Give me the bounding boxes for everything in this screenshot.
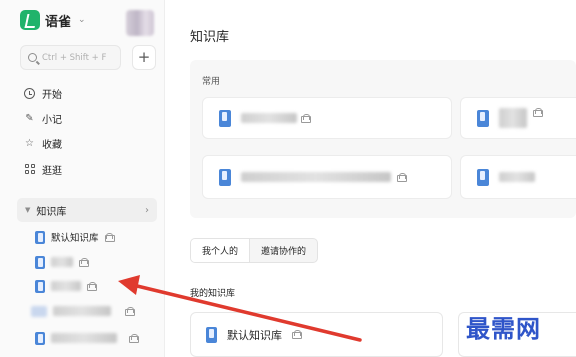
- book-icon: [219, 168, 231, 186]
- grid-icon: [24, 163, 35, 175]
- book-icon: [219, 109, 231, 127]
- tab-collaborating[interactable]: 邀请协作的: [250, 239, 317, 262]
- book-icon: [35, 255, 45, 269]
- section-label: 知识库: [36, 206, 67, 218]
- lock-icon: [87, 281, 97, 291]
- lock-icon: [125, 306, 135, 316]
- book-icon: [206, 326, 217, 343]
- sidebar-kb-item[interactable]: [35, 330, 139, 346]
- nav-item-label: 小记: [42, 114, 62, 126]
- pen-icon: ✎: [25, 112, 34, 124]
- redacted-text: [51, 333, 117, 343]
- lock-icon: [397, 172, 407, 182]
- redacted-text: [53, 306, 111, 316]
- search-input[interactable]: Ctrl + Shift + F: [20, 45, 121, 70]
- avatar[interactable]: [126, 10, 154, 36]
- sidebar: 语雀 ⌄ Ctrl + Shift + F + 开始 ✎ 小记 ☆ 收藏 逛逛 …: [0, 0, 165, 357]
- lock-icon: [79, 257, 89, 267]
- chevron-down-icon: ⌄: [78, 15, 86, 25]
- my-kb-title: 我的知识库: [190, 289, 236, 299]
- sidebar-kb-item[interactable]: [35, 254, 89, 270]
- add-button[interactable]: +: [132, 45, 156, 70]
- nav-item-label: 收藏: [42, 139, 62, 151]
- search-icon: [28, 53, 37, 62]
- book-icon: [35, 279, 45, 293]
- redacted-text: [241, 113, 297, 123]
- nav-item-favorites[interactable]: ☆ 收藏: [24, 134, 62, 152]
- book-icon: [35, 331, 45, 345]
- book-icon: [477, 168, 489, 186]
- common-panel-title: 常用: [202, 77, 221, 87]
- kb-card-label: 默认知识库: [227, 328, 282, 342]
- sidebar-kb-item[interactable]: 默认知识库: [35, 229, 115, 245]
- nav-item-start[interactable]: 开始: [24, 84, 62, 102]
- lock-icon: [301, 113, 311, 123]
- nav-item-label: 开始: [42, 89, 62, 101]
- redacted-text: [241, 172, 391, 182]
- caret-down-icon: ▼: [25, 206, 31, 214]
- yuque-logo-icon: [20, 10, 40, 30]
- redacted-icon: [31, 305, 47, 317]
- nav-item-label: 逛逛: [42, 165, 62, 177]
- redacted-text: [499, 172, 535, 182]
- common-kb-card[interactable]: [460, 155, 576, 199]
- brand-name: 语雀: [45, 14, 72, 30]
- tab-personal[interactable]: 我个人的: [191, 239, 251, 262]
- lock-icon: [292, 330, 302, 339]
- page-title: 知识库: [190, 30, 230, 45]
- book-icon: [477, 109, 489, 127]
- my-kb-card[interactable]: 默认知识库: [190, 312, 443, 357]
- lock-icon: [129, 333, 139, 343]
- star-icon: ☆: [25, 137, 34, 149]
- redacted-text: [499, 108, 527, 128]
- common-kb-card[interactable]: [202, 155, 452, 199]
- brand-switcher[interactable]: 语雀 ⌄: [20, 10, 86, 30]
- sidebar-kb-item[interactable]: [35, 278, 97, 294]
- book-icon: [35, 230, 45, 244]
- lock-icon: [533, 107, 543, 117]
- redacted-text: [51, 257, 73, 267]
- nav-item-explore[interactable]: 逛逛: [24, 160, 62, 178]
- redacted-text: [51, 281, 81, 291]
- sidebar-section-knowledge-base[interactable]: ▼ 知识库 ›: [17, 198, 157, 222]
- common-kb-card[interactable]: [460, 97, 576, 139]
- sidebar-kb-item[interactable]: [31, 303, 135, 319]
- common-kb-card[interactable]: [202, 97, 452, 139]
- search-placeholder: Ctrl + Shift + F: [42, 52, 107, 63]
- watermark-logo: 最需网: [466, 314, 541, 343]
- chevron-right-icon[interactable]: ›: [145, 205, 149, 216]
- kb-filter-tabs: 我个人的 邀请协作的: [190, 238, 319, 263]
- lock-icon: [104, 232, 115, 242]
- kb-label: 默认知识库: [51, 233, 99, 244]
- clock-icon: [24, 87, 35, 99]
- nav-item-notes[interactable]: ✎ 小记: [24, 109, 62, 127]
